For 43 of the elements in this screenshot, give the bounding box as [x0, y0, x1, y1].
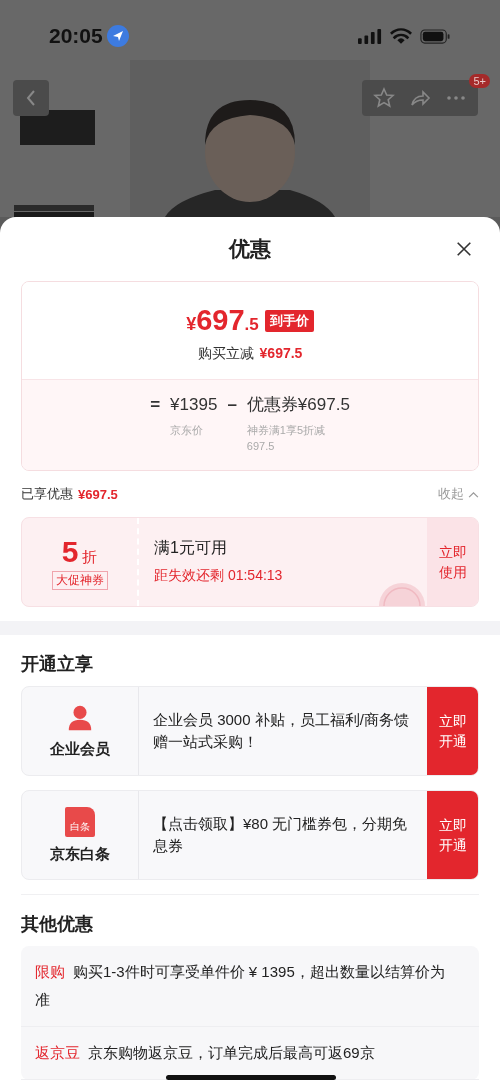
close-icon[interactable]: [455, 240, 473, 258]
chevron-left-icon: [25, 88, 37, 108]
back-button[interactable]: [13, 80, 49, 116]
card-icon: 白条: [65, 806, 95, 837]
collapse-toggle[interactable]: 收起: [438, 485, 479, 503]
caret-icon: [468, 490, 479, 498]
status-time: 20:05: [49, 24, 103, 48]
offer-description: 【点击领取】¥80 无门槛券包，分期免息券: [152, 814, 409, 856]
formula-value: 优惠券¥697.5: [246, 394, 350, 416]
reduction-value: ¥697.5: [259, 345, 303, 361]
offer-text: 限购 购买1-3件时可享受单件价 ¥ 1395，超出数量以结算价为准: [35, 962, 446, 1010]
activate-button[interactable]: 立即开通: [427, 687, 478, 775]
discount-unit: 折: [82, 547, 98, 565]
signal-icon: [358, 28, 382, 44]
person-icon: [66, 703, 94, 732]
offer-description: 企业会员 3000 补贴，员工福利/商务馈赠一站式采购！: [152, 710, 410, 752]
section-title: 开通立享: [21, 653, 94, 676]
formula-caption: 神券满1享5折减 697.5: [246, 423, 327, 454]
offer-name: 企业会员: [50, 739, 110, 759]
use-now-button[interactable]: 立即使用: [427, 518, 478, 606]
discount-value: 5: [61, 534, 79, 568]
offer-name: 京东白条: [50, 844, 110, 864]
price-tag: 到手价: [264, 309, 314, 332]
section-title: 其他优惠: [21, 913, 94, 936]
enjoyed-value: ¥697.5: [78, 486, 118, 502]
stamp-icon: [377, 582, 427, 606]
final-price: ¥697.5: [186, 304, 259, 337]
notification-badge: 5+: [469, 74, 490, 88]
operator-sign: –: [227, 394, 237, 416]
formula-value: ¥1395: [170, 394, 218, 416]
coupon-condition: 满1元可用: [154, 538, 228, 558]
coupon-tag: 大促神券: [51, 570, 108, 590]
offer-text: 返京豆 京东购物返京豆，订单完成后最高可返69京: [35, 1043, 376, 1063]
formula-caption: 京东价: [170, 423, 205, 438]
star-icon[interactable]: [372, 86, 396, 110]
countdown-text: 距失效还剩 01:54:13: [154, 567, 284, 585]
enjoyed-label: 已享优惠: [21, 485, 73, 503]
wifi-icon: [390, 27, 412, 45]
battery-icon: [420, 28, 450, 44]
activate-button[interactable]: 立即开通: [427, 791, 478, 879]
reduction-label: 购买立减: [197, 345, 254, 361]
operator-sign: =: [150, 394, 161, 416]
sheet-title: 优惠: [229, 236, 271, 262]
